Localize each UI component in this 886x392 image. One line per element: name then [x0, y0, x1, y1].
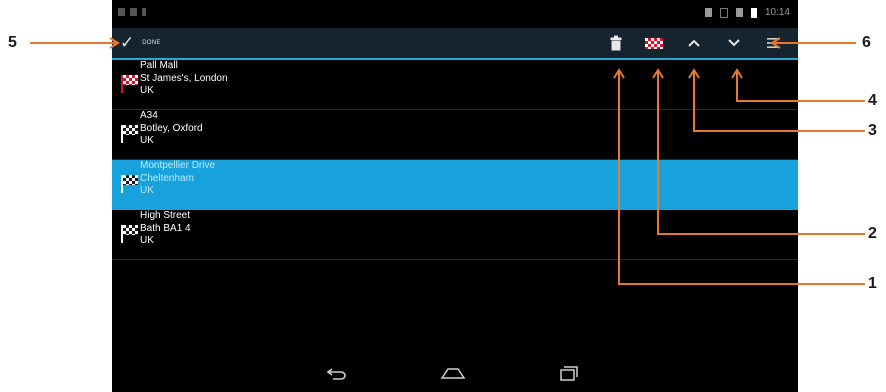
status-time: 10:14 [764, 7, 790, 18]
move-down-button[interactable] [724, 33, 744, 53]
chevron-up-icon [688, 39, 700, 47]
home-icon [440, 368, 466, 379]
notification-icon [142, 8, 146, 16]
back-button[interactable] [324, 364, 350, 382]
red-checkered-flag-icon [123, 75, 138, 85]
phone-icon [719, 7, 728, 18]
waypoint-line2: Botley, Oxford [140, 122, 203, 134]
waypoint-address: A34 Botley, Oxford UK [140, 110, 203, 148]
waypoint-line3: UK [140, 135, 154, 146]
done-label: DONE [142, 40, 161, 46]
notification-icons [118, 8, 146, 16]
menu-icon [767, 38, 779, 48]
checkmark-icon: ✓ [120, 33, 135, 52]
callout-6: 6 [862, 34, 871, 51]
waypoint-row-selected[interactable]: Montpellier Drive Cheltenham UK [112, 160, 798, 210]
checkered-flag-icon [645, 37, 663, 49]
recents-icon [560, 366, 578, 381]
callout-1: 1 [868, 275, 877, 292]
waypoint-line2: St James's, London [140, 72, 228, 84]
trash-icon [610, 35, 622, 51]
move-up-button[interactable] [684, 33, 704, 53]
waypoint-line1: A34 [140, 110, 158, 121]
callout-5: 5 [8, 34, 17, 51]
wifi-icon [735, 8, 743, 17]
delete-waypoint-button[interactable] [606, 33, 626, 53]
waypoint-address: Pall Mall St James's, London UK [140, 60, 228, 98]
waypoint-row[interactable]: Pall Mall St James's, London UK [112, 60, 798, 110]
waypoint-address: High Street Bath BA1 4 UK [140, 210, 191, 248]
checkered-flag-icon [123, 225, 138, 235]
waypoint-line2: Bath BA1 4 [140, 222, 191, 234]
chevron-down-icon [728, 39, 740, 47]
waypoint-line1: Pall Mall [140, 60, 178, 71]
back-icon [326, 368, 346, 380]
notification-icon [118, 8, 125, 16]
overflow-menu-button[interactable] [763, 33, 783, 53]
action-bar: ✓ DONE [112, 28, 798, 60]
checkered-flag-icon [123, 125, 138, 135]
set-destination-button[interactable] [644, 33, 664, 53]
done-button[interactable]: ✓ DONE [120, 33, 161, 53]
checkered-flag-icon [123, 175, 138, 185]
waypoint-line3: UK [140, 235, 154, 246]
device-screen: 10:14 ✓ DONE Pall Mall St James's, Londo… [112, 0, 798, 392]
callout-3: 3 [868, 122, 877, 139]
battery-icon [750, 7, 757, 18]
waypoint-line1: High Street [140, 210, 191, 221]
waypoint-list: Pall Mall St James's, London UK A34 Botl… [112, 60, 798, 260]
home-button[interactable] [440, 364, 466, 382]
callout-4: 4 [868, 92, 877, 109]
waypoint-line3: UK [140, 185, 154, 196]
notification-icon [130, 8, 137, 16]
status-bar: 10:14 [112, 0, 798, 28]
waypoint-line3: UK [140, 85, 154, 96]
status-icons: 10:14 [704, 7, 790, 18]
callout-2: 2 [868, 225, 877, 242]
waypoint-line1: Montpellier Drive [140, 160, 216, 171]
waypoint-row[interactable]: A34 Botley, Oxford UK [112, 110, 798, 160]
location-icon [704, 8, 712, 17]
navigation-bar [112, 354, 798, 392]
waypoint-line2: Cheltenham [140, 172, 194, 184]
waypoint-row[interactable]: High Street Bath BA1 4 UK [112, 210, 798, 260]
recents-button[interactable] [556, 364, 582, 382]
waypoint-address: Montpellier Drive Cheltenham UK [140, 160, 215, 198]
